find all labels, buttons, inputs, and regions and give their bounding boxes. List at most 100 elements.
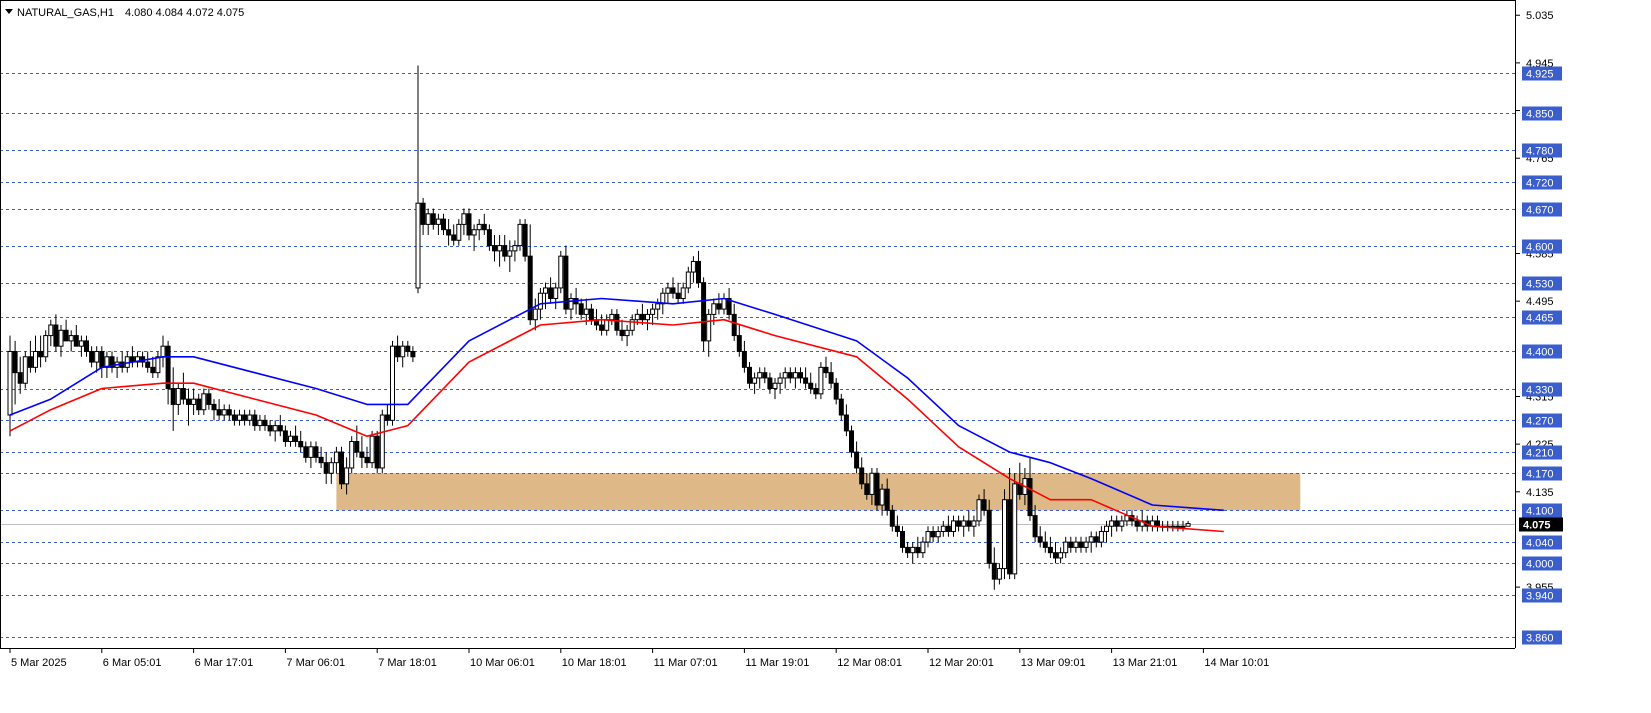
candle-body-bear (675, 292, 681, 300)
x-axis-tick-label: 11 Mar 19:01 (745, 657, 809, 669)
candle-body-bull (22, 356, 28, 384)
candle-body-bear (1007, 499, 1013, 575)
candle[interactable] (339, 446, 344, 490)
candle-body-bull (369, 435, 375, 464)
candle-body-bear (293, 435, 299, 442)
candle-body-bull (951, 520, 956, 533)
candle[interactable] (558, 250, 564, 294)
candle-body-bear (905, 546, 911, 554)
candle-body-bull (471, 229, 477, 236)
candle[interactable] (369, 430, 375, 468)
candle-body-bear (384, 414, 390, 421)
candle-body-bull (1180, 525, 1186, 528)
candle[interactable] (349, 436, 355, 474)
candle-body-bear (486, 229, 492, 247)
candle-body-bear (986, 509, 992, 564)
candle-body-bull (583, 308, 589, 315)
candle-body-bear (420, 202, 426, 225)
candle[interactable] (874, 467, 880, 511)
candle-body-bear (798, 372, 803, 379)
x-axis-tick-label: 11 Mar 07:01 (654, 657, 718, 669)
candle-body-bear (84, 340, 89, 352)
candle-body-bear (89, 350, 95, 363)
candle-body-bull (7, 350, 13, 416)
candle[interactable] (22, 351, 28, 389)
candle-body-bull (476, 223, 482, 231)
candle-body-bear (12, 350, 18, 374)
x-axis-tick-label: 14 Mar 10:01 (1204, 657, 1269, 669)
price-chart[interactable]: 5.0354.9454.8554.7654.5854.4954.3154.225… (0, 0, 1651, 708)
candle-body-bear (701, 282, 707, 342)
candle[interactable] (563, 245, 569, 315)
candle-body-bull (333, 451, 339, 464)
candle-body-bull (665, 287, 671, 294)
level-tag-label: 4.270 (1526, 416, 1554, 428)
candle-body-bull (879, 488, 885, 506)
candle-body-bear (874, 472, 880, 506)
candle-body-bull (782, 372, 788, 379)
level-tag-label: 4.720 (1526, 178, 1554, 190)
candle-body-bear (1037, 536, 1043, 543)
candle[interactable] (379, 409, 385, 474)
candle-body-bull (1058, 552, 1064, 559)
candle-body-bear (894, 525, 900, 533)
candle-body-bull (650, 308, 656, 315)
candle[interactable] (374, 430, 380, 474)
candle-body-bear (53, 324, 59, 347)
candle-body-bear (915, 546, 921, 554)
candle-body-bear (981, 499, 987, 511)
candle-body-bull (971, 520, 977, 527)
current-price-label: 4.075 (1523, 520, 1551, 532)
candle-body-bear (716, 303, 722, 310)
candle-body-bull (221, 409, 227, 416)
candle-body-bear (180, 388, 186, 400)
candle-body-bull (1119, 520, 1125, 527)
candle-body-bear (63, 329, 69, 342)
candle-body-bear (170, 388, 176, 405)
candle-body-bear (277, 425, 283, 432)
candle-body-bull (920, 541, 926, 554)
candle-body-bull (201, 393, 207, 411)
candle[interactable] (1002, 489, 1007, 580)
candle[interactable] (818, 362, 824, 400)
level-tag-label: 4.530 (1526, 279, 1554, 291)
candle-body-bull (935, 531, 941, 538)
candle-body-bear (99, 350, 105, 368)
candle-body-bear (313, 446, 319, 458)
level-tag-label: 4.000 (1526, 559, 1554, 571)
chart-header: NATURAL_GAS,H1 4.080 4.084 4.072 4.075 (5, 7, 244, 19)
level-tag-label: 3.860 (1526, 633, 1554, 645)
candle[interactable] (390, 340, 395, 426)
candle-body-bear (522, 223, 528, 257)
candle[interactable] (1012, 473, 1018, 580)
candle[interactable] (522, 219, 528, 262)
plot-background (0, 0, 1651, 708)
candle-body-bear (446, 229, 452, 236)
candle-body-bear (930, 531, 936, 538)
candle[interactable] (986, 499, 992, 569)
candle-body-bear (17, 372, 23, 384)
candle-body-bull (1063, 541, 1069, 554)
candle-body-bear (828, 372, 834, 384)
y-axis-tick-label: 4.135 (1526, 487, 1554, 499)
candle-body-bear (395, 345, 401, 358)
x-axis-tick-label: 10 Mar 06:01 (470, 657, 535, 669)
x-axis-tick-label: 5 Mar 2025 (11, 657, 67, 669)
candle-body-bull (507, 250, 513, 257)
candle[interactable] (701, 277, 707, 352)
candle-body-bear (145, 361, 151, 368)
candle-body-bear (864, 483, 870, 495)
candle-body-bear (196, 398, 202, 411)
candle-body-bull (58, 329, 64, 347)
candle-body-bull (435, 218, 441, 225)
candle-body-bull (624, 329, 630, 337)
candle-body-bull (415, 202, 421, 289)
candle-body-bull (94, 350, 100, 363)
candle-body-bear (216, 409, 222, 416)
candle-body-bear (481, 223, 487, 231)
candle-body-bear (803, 377, 809, 384)
candle-body-bull (777, 377, 783, 384)
candle-body-bear (859, 467, 865, 485)
candle-body-bear (165, 345, 171, 390)
candle-body-bear (1047, 546, 1053, 554)
